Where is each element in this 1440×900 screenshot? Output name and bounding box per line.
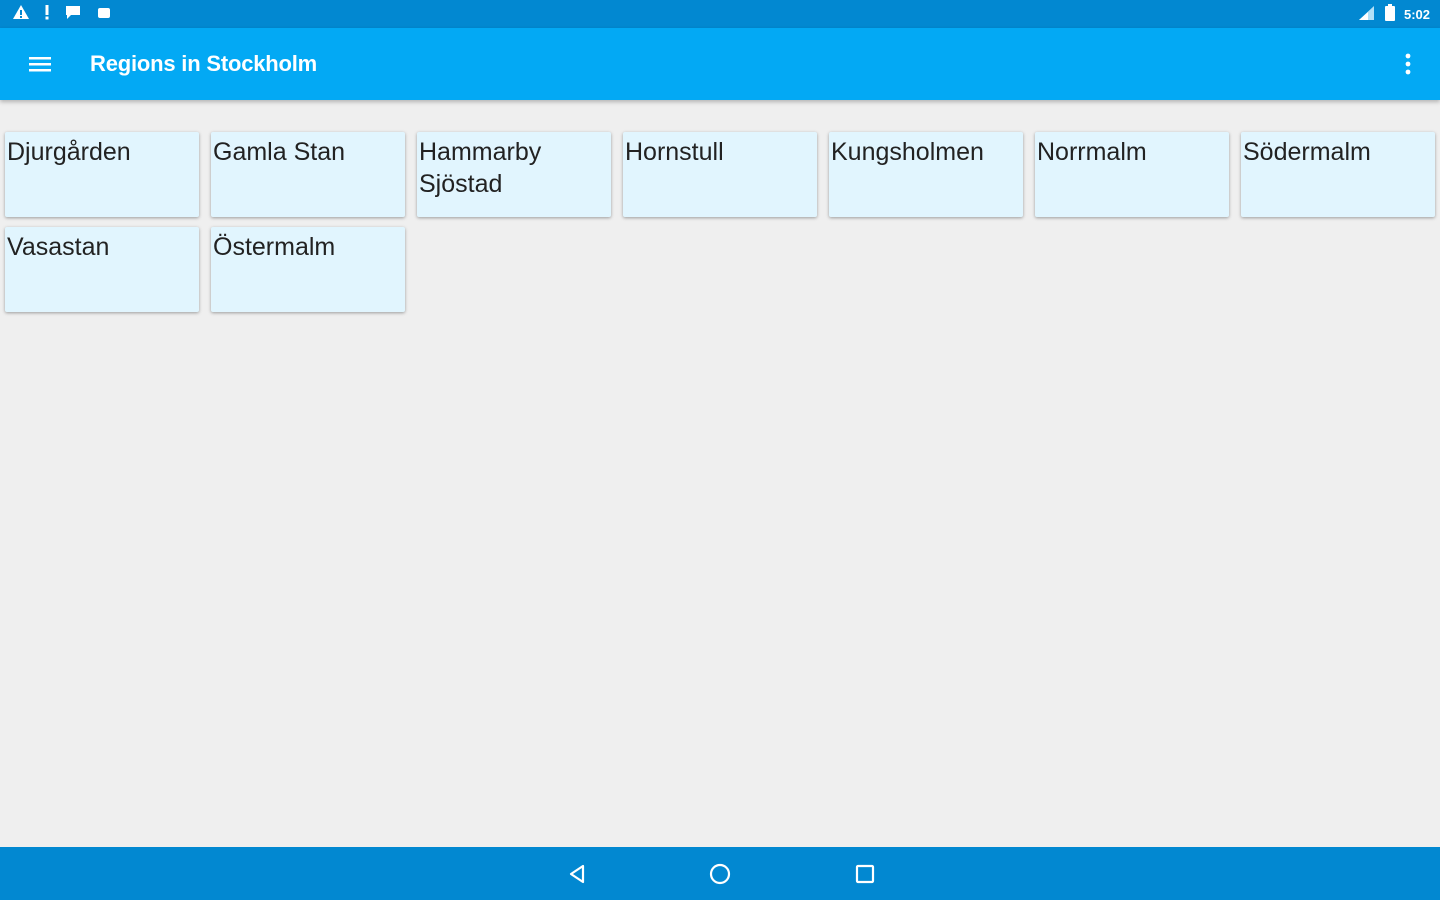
region-tile-kungsholmen[interactable]: Kungsholmen bbox=[829, 132, 1023, 217]
chat-icon bbox=[64, 4, 82, 25]
region-tile-norrmalm[interactable]: Norrmalm bbox=[1035, 132, 1229, 217]
battery-icon bbox=[1384, 4, 1396, 25]
android-icon bbox=[96, 4, 112, 25]
signal-icon bbox=[1358, 5, 1376, 24]
region-tile-gamla-stan[interactable]: Gamla Stan bbox=[211, 132, 405, 217]
more-vert-icon[interactable] bbox=[1394, 46, 1422, 82]
page-title: Regions in Stockholm bbox=[90, 51, 318, 76]
region-tile-ostermalm[interactable]: Östermalm bbox=[211, 227, 405, 312]
recents-icon[interactable] bbox=[850, 859, 880, 889]
region-grid: Djurgården Gamla Stan Hammarby Sjöstad H… bbox=[5, 132, 1437, 312]
status-bar: 5:02 bbox=[0, 0, 1440, 28]
app-bar: Regions in Stockholm bbox=[0, 28, 1440, 100]
status-notification-icons bbox=[12, 4, 112, 25]
home-icon[interactable] bbox=[705, 859, 735, 889]
region-tile-hornstull[interactable]: Hornstull bbox=[623, 132, 817, 217]
region-tile-vasastan[interactable]: Vasastan bbox=[5, 227, 199, 312]
status-time: 5:02 bbox=[1403, 7, 1430, 22]
navigation-bar bbox=[0, 847, 1440, 900]
region-tile-sodermalm[interactable]: Södermalm bbox=[1241, 132, 1435, 217]
warning-icon bbox=[12, 4, 30, 25]
alert-icon bbox=[44, 4, 50, 25]
status-system-icons: 5:02 bbox=[1358, 4, 1430, 25]
hamburger-menu-icon[interactable] bbox=[22, 46, 58, 82]
region-tile-hammarby-sjostad[interactable]: Hammarby Sjöstad bbox=[417, 132, 611, 217]
region-tile-djurgarden[interactable]: Djurgården bbox=[5, 132, 199, 217]
back-icon[interactable] bbox=[562, 859, 592, 889]
